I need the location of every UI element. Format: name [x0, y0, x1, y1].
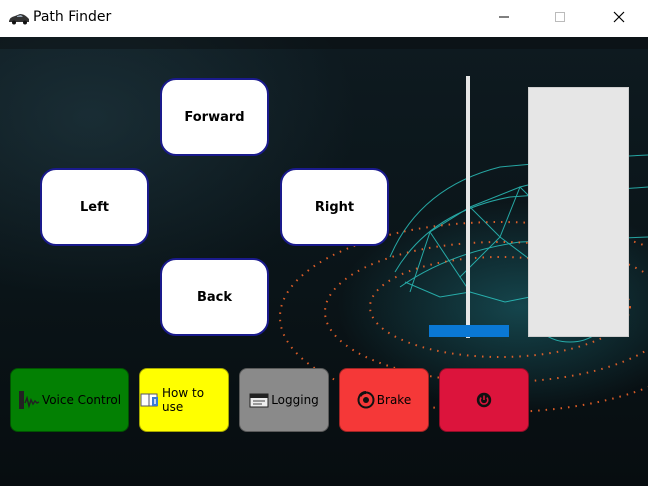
maximize-icon: [554, 10, 566, 28]
brake-disc-icon: [357, 391, 375, 409]
how-to-use-label: How to use: [162, 386, 205, 414]
brake-label: Brake: [376, 393, 412, 407]
speed-slider-track[interactable]: [466, 76, 470, 338]
back-button[interactable]: Back: [160, 258, 269, 336]
logging-label: Logging: [271, 393, 319, 407]
brake-button[interactable]: Brake: [339, 368, 429, 432]
title-bar: Path Finder: [0, 0, 648, 37]
microphone-waveform-icon: [18, 389, 40, 411]
forward-button[interactable]: Forward: [160, 78, 269, 156]
power-icon: [476, 392, 492, 408]
voice-control-label: Voice Control: [41, 393, 122, 407]
car-icon: [8, 12, 30, 25]
minimize-button[interactable]: [481, 0, 527, 37]
right-button[interactable]: Right: [280, 168, 389, 246]
main-panel: Forward Left Right Back Voice Control Ho…: [0, 37, 648, 486]
voice-control-button[interactable]: Voice Control: [10, 368, 129, 432]
status-panel: [528, 87, 629, 337]
minimize-icon: [498, 10, 510, 28]
speed-slider-handle[interactable]: [429, 325, 509, 337]
close-button[interactable]: [596, 0, 642, 37]
logging-button[interactable]: Logging: [239, 368, 329, 432]
book-info-icon: [140, 392, 160, 408]
how-to-use-button[interactable]: How to use: [139, 368, 229, 432]
maximize-button[interactable]: [537, 0, 583, 37]
left-button[interactable]: Left: [40, 168, 149, 246]
window-title: Path Finder: [33, 9, 112, 25]
close-icon: [613, 10, 625, 28]
power-button[interactable]: [439, 368, 529, 432]
log-window-icon: [249, 392, 269, 408]
